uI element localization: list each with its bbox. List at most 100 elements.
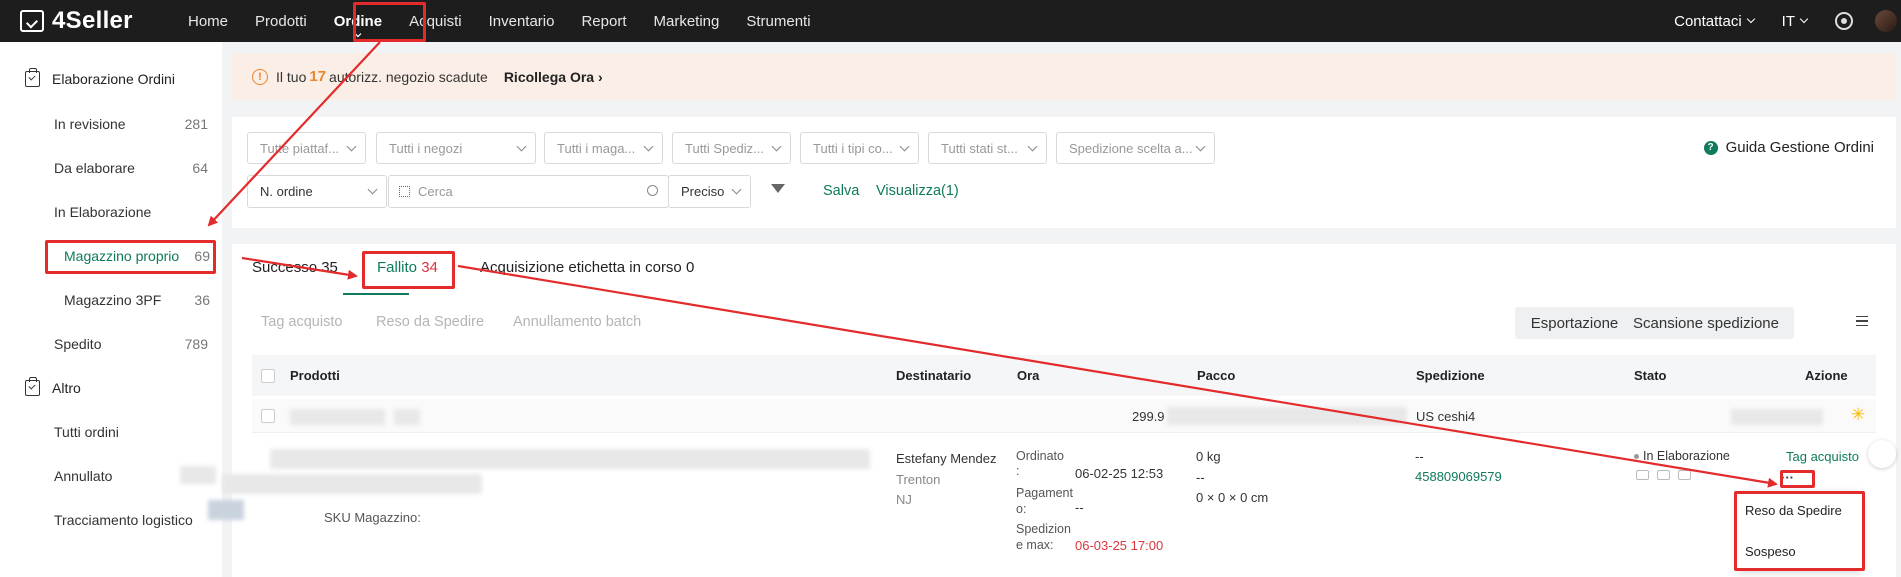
tab-label: Successo [252, 259, 318, 276]
reso-button[interactable]: Reso da Spedire [376, 314, 484, 330]
status-dot [1634, 454, 1639, 460]
sidebar-item-label: In Elaborazione [54, 204, 152, 220]
sidebar-item-label: Tracciamento logistico [54, 512, 193, 528]
warehouse-select[interactable]: Tutti i maga... [544, 132, 663, 164]
sidebar-item-label: Da elaborare [54, 160, 135, 176]
chevron-right-icon: › [597, 68, 603, 85]
reconnect-link[interactable]: Ricollega Ora › [504, 69, 603, 85]
nav-marketing[interactable]: Marketing [654, 0, 720, 42]
contacts-label: Contattaci [1674, 12, 1742, 30]
nav-prodotti[interactable]: Prodotti [255, 0, 307, 42]
batch-cancel-button[interactable]: Annullamento batch [513, 314, 641, 330]
nav-inventario[interactable]: Inventario [489, 0, 555, 42]
logo[interactable]: 4Seller [20, 7, 188, 35]
warning-icon: ! [252, 68, 268, 85]
view-button[interactable]: Visualizza(1) [876, 183, 959, 199]
sidebar-item-count: 789 [184, 336, 208, 352]
nav-strumenti[interactable]: Strumenti [746, 0, 810, 42]
sidebar-item-in-revisione[interactable]: In revisione 281 [54, 116, 208, 132]
question-icon: ? [1703, 140, 1718, 155]
status-badge: In Elaborazione [1634, 449, 1730, 463]
nav-report[interactable]: Report [581, 0, 626, 42]
logo-text: 4Seller [52, 7, 133, 34]
select-value: Tutti i tipi co... [813, 140, 893, 156]
main-nav: Home Prodotti Ordine Acquisti Inventario… [188, 0, 838, 42]
redacted-area [1167, 407, 1407, 425]
shipping-dash: -- [1415, 449, 1424, 464]
highlight-magazzino [45, 240, 216, 274]
table-row: 299.9 US ceshi4 ✳ [252, 399, 1876, 433]
search-list-icon[interactable] [1868, 440, 1896, 468]
tab-count: 0 [685, 259, 695, 276]
highlight-fallito [362, 251, 455, 289]
sidebar-group-other[interactable]: Altro [25, 377, 81, 396]
col-shipping: Spedizione [1416, 368, 1485, 383]
orders-panel: Successo 35 Fallito 34 Acquisizione etic… [208, 244, 1896, 577]
highlight-dropdown [1734, 491, 1865, 571]
row-checkbox[interactable] [261, 409, 275, 423]
save-button[interactable]: Salva [823, 183, 859, 199]
recipient-state: NJ [896, 492, 912, 507]
ordered-label: Ordinato [1016, 449, 1064, 463]
filter-icon[interactable] [771, 184, 785, 193]
gear-icon[interactable] [1835, 12, 1853, 30]
platform-select[interactable]: Tutte piattaf... [247, 132, 366, 164]
select-all-checkbox[interactable] [261, 369, 275, 383]
select-value: Tutti i negozi [389, 140, 463, 156]
search-icon [647, 185, 658, 196]
sidebar-item-tutti-ordini[interactable]: Tutti ordini [54, 424, 208, 440]
col-products: Prodotti [290, 368, 340, 383]
match-select[interactable]: Preciso [668, 175, 751, 208]
star-icon[interactable]: ✳ [1851, 405, 1865, 425]
select-value: Tutti Spediz... [685, 140, 764, 156]
order-field-select[interactable]: N. ordine [247, 175, 387, 208]
sidebar-item-label: Spedito [54, 336, 102, 352]
sidebar-item-tracciamento[interactable]: Tracciamento logistico [54, 512, 214, 528]
tab-successo[interactable]: Successo 35 [252, 259, 338, 276]
order-amount: 299.9 [1132, 409, 1165, 424]
store-select[interactable]: Tutti i negozi [376, 132, 536, 164]
contacts-menu[interactable]: Contattaci [1674, 12, 1755, 30]
payment-value: -- [1075, 500, 1084, 515]
type-select[interactable]: Tutti i tipi co... [800, 132, 919, 164]
tag-purchase-link[interactable]: Tag acquisto [1786, 449, 1859, 464]
scan-icon [399, 186, 410, 197]
chevron-down-icon [1027, 141, 1038, 152]
notice-count: 17 [309, 68, 327, 85]
export-button[interactable]: Esportazione [1515, 307, 1634, 339]
chevron-down-icon [346, 141, 357, 152]
select-value: N. ordine [260, 184, 313, 199]
chevron-down-icon [1195, 141, 1206, 152]
notice-suffix: autorizz. negozio scadute [329, 68, 488, 85]
redacted-area [180, 466, 216, 484]
sidebar-item-magazzino-3pf[interactable]: Magazzino 3PF 36 [64, 292, 210, 308]
sidebar-group-order-processing[interactable]: Elaborazione Ordini [25, 68, 175, 87]
shipping-choice-select[interactable]: Spedizione scelta a... [1056, 132, 1215, 164]
tag-purchase-button[interactable]: Tag acquisto [261, 314, 342, 330]
scan-shipping-button[interactable]: Scansione spedizione [1618, 307, 1794, 339]
sidebar-item-count: 281 [184, 116, 208, 132]
select-value: Tutti stati st... [941, 140, 1018, 156]
table-header: Prodotti Destinatario Ora Pacco Spedizio… [252, 355, 1876, 396]
shipping-account: US ceshi4 [1416, 409, 1476, 424]
ship-max-date: 06-03-25 17:00 [1075, 538, 1164, 553]
logo-icon [20, 10, 44, 32]
language-label: IT [1781, 12, 1795, 30]
order-guide-link[interactable]: ? Guida Gestione Ordini [1703, 139, 1874, 156]
sidebar-item-in-elaborazione[interactable]: In Elaborazione [54, 204, 208, 220]
sidebar-item-count: 36 [194, 292, 210, 308]
tab-acquisizione[interactable]: Acquisizione etichetta in corso 0 [480, 259, 694, 276]
status-select[interactable]: Tutti stati st... [928, 132, 1047, 164]
print-icons[interactable] [1636, 470, 1691, 480]
sidebar-item-spedito[interactable]: Spedito 789 [54, 336, 208, 352]
sidebar-item-da-elaborare[interactable]: Da elaborare 64 [54, 160, 208, 176]
shipping-select[interactable]: Tutti Spediz... [672, 132, 791, 164]
col-status: Stato [1634, 368, 1667, 383]
redacted-area [270, 449, 870, 469]
column-settings-icon[interactable] [1856, 316, 1868, 326]
nav-home[interactable]: Home [188, 0, 228, 42]
language-menu[interactable]: IT [1781, 12, 1809, 30]
search-input[interactable]: Cerca [388, 175, 669, 208]
tracking-number[interactable]: 458809069579 [1415, 469, 1502, 484]
avatar[interactable] [1875, 10, 1897, 32]
